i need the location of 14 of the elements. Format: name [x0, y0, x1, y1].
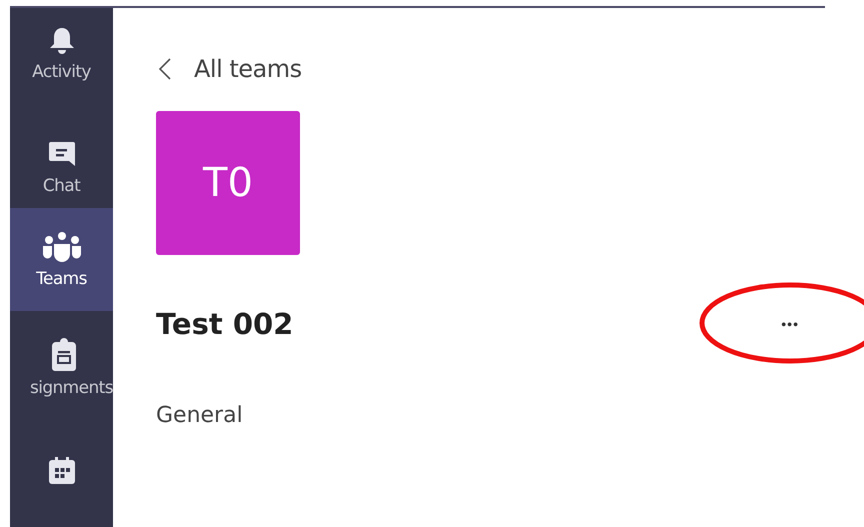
team-avatar: T0 [156, 111, 300, 255]
calendar-icon [48, 457, 76, 486]
people-icon [40, 230, 82, 263]
nav-item[interactable]: Chat [10, 128, 113, 208]
chevron-left-icon [158, 57, 172, 81]
channel-item[interactable]: General [156, 403, 243, 428]
nav-item[interactable]: Activity [10, 26, 113, 96]
backpack-icon [51, 336, 77, 372]
back-link[interactable]: All teams [156, 55, 302, 83]
nav-item[interactable]: signments [10, 319, 113, 416]
bell-icon [48, 26, 74, 56]
nav-item[interactable]: Teams [10, 208, 113, 312]
team-name: Test 002 [156, 307, 294, 341]
more-options-button[interactable]: ••• [775, 312, 805, 336]
